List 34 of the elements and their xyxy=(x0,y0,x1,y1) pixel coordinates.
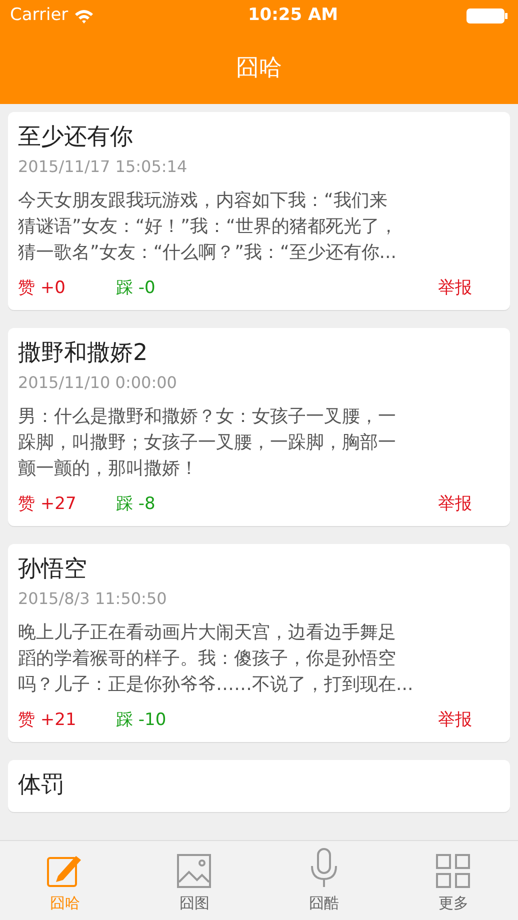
like-button[interactable]: 赞 +27 xyxy=(18,492,116,516)
like-button[interactable]: 赞 +21 xyxy=(18,708,116,732)
post-body: 晚上儿子正在看动画片大闹天宫，边看边手舞足 蹈的学着猴哥的样子。我：傻孩子，你是孙悟空 吗？儿子：正是你孙爷爷……不说了，打到现在... xyxy=(18,621,414,697)
dislike-button[interactable]: 踩 -0 xyxy=(116,276,156,300)
report-button[interactable]: 举报 xyxy=(438,708,472,732)
post-date: 2015/11/10 0:00:00 xyxy=(18,372,178,394)
post-title: 孙悟空 xyxy=(18,555,88,584)
post-title: 体罚 xyxy=(18,771,65,800)
post-title: 至少还有你 xyxy=(18,123,134,152)
like-button[interactable]: 赞 +0 xyxy=(18,276,116,300)
dislike-button[interactable]: 踩 -10 xyxy=(116,708,166,732)
post-card[interactable]: 孙悟空 2015/8/3 11:50:50 晚上儿子正在看动画片大闹天宫，边看边手舞足 蹈的学着猴哥的样子。我：傻孩子，你是孙悟空 吗？儿子：正是你孙爷爷……不说了，打到现在... 赞 +21 踩 -10 举报 xyxy=(8,544,510,742)
wifi-icon xyxy=(74,8,94,24)
status-time: 10:25 AM xyxy=(246,4,340,28)
nav-title: 囧哈 xyxy=(236,54,282,83)
tab-item[interactable]: 囧酷 xyxy=(259,841,388,920)
microphone-icon xyxy=(308,848,339,888)
post-title: 撒野和撒娇2 xyxy=(18,339,149,368)
post-card[interactable]: 撒野和撒娇2 2015/11/10 0:00:00 男：什么是撒野和撒娇？女：女孩子一叉腰，一 跺脚，叫撒野；女孩子一叉腰，一跺脚，胸部一 颤一颤的，那叫撒娇！ 赞 +27 踩 -8 举报 xyxy=(8,328,510,526)
report-button[interactable]: 举报 xyxy=(438,492,472,516)
post-card[interactable]: 体罚 xyxy=(8,760,510,812)
tab-item[interactable]: 囧图 xyxy=(130,841,259,920)
post-body: 男：什么是撒野和撒娇？女：女孩子一叉腰，一 跺脚，叫撒野；女孩子一叉腰，一跺脚，胸部一 颤一颤的，那叫撒娇！ xyxy=(18,405,397,481)
post-card[interactable]: 至少还有你 2015/11/17 15:05:14 今天女朋友跟我玩游戏，内容如下我：“我们来 猜谜语”女友：“好！”我：“世界的猪都死光了， 猜一歌名”女友：“什么啊？”我：“至少还有你... 赞 +0 踩 -0 举报 xyxy=(8,112,510,310)
post-date: 2015/8/3 11:50:50 xyxy=(18,588,168,610)
battery-icon xyxy=(466,8,508,24)
carrier-label: Carrier xyxy=(10,4,68,28)
picture-icon xyxy=(177,854,212,888)
post-date: 2015/11/17 15:05:14 xyxy=(18,156,188,178)
post-body: 今天女朋友跟我玩游戏，内容如下我：“我们来 猜谜语”女友：“好！”我：“世界的猪都死光了， 猜一歌名”女友：“什么啊？”我：“至少还有你... xyxy=(18,189,398,265)
report-button[interactable]: 举报 xyxy=(438,276,472,300)
tab-item[interactable]: 更多 xyxy=(388,841,518,920)
dislike-button[interactable]: 踩 -8 xyxy=(116,492,156,516)
grid-icon xyxy=(436,854,470,888)
